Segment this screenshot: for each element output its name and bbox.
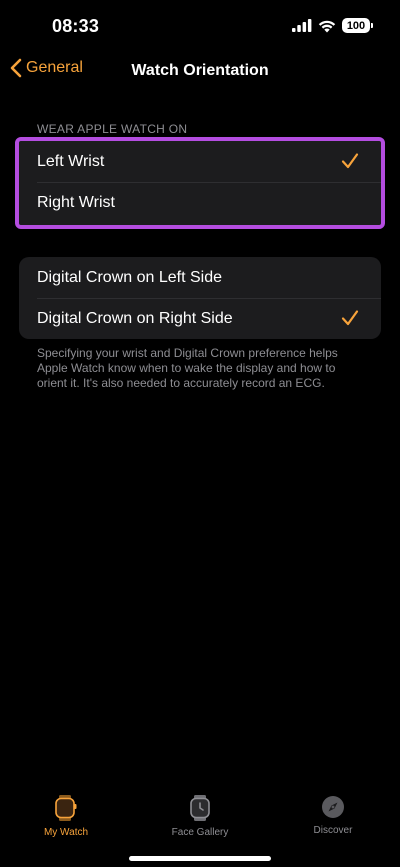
option-label: Digital Crown on Right Side — [37, 309, 233, 327]
tab-my-watch[interactable]: My Watch — [11, 795, 121, 838]
crown-left-option[interactable]: Digital Crown on Left Side — [19, 257, 381, 298]
home-indicator — [129, 856, 271, 861]
status-bar: 08:33 100 — [0, 0, 400, 54]
page-title: Watch Orientation — [131, 62, 269, 79]
status-icons: 100 — [292, 18, 373, 33]
navigation-bar: General Watch Orientation — [0, 54, 400, 88]
option-label: Right Wrist — [37, 193, 115, 211]
checkmark-icon — [341, 310, 359, 326]
tab-face-gallery[interactable]: Face Gallery — [145, 795, 255, 838]
tab-label: My Watch — [43, 827, 89, 838]
tab-label: Discover — [313, 825, 353, 836]
battery-indicator: 100 — [342, 18, 373, 33]
face-gallery-icon — [190, 795, 210, 821]
watch-orientation-screen: 08:33 100 General Watch Orientation WEAR… — [0, 0, 400, 867]
watch-icon — [55, 795, 77, 821]
left-wrist-option[interactable]: Left Wrist — [19, 141, 381, 182]
right-wrist-option[interactable]: Right Wrist — [19, 182, 381, 223]
wrist-options-group: Left Wrist Right Wrist — [15, 137, 385, 229]
tab-bar: My Watch Face Gallery Discover — [0, 787, 400, 867]
tab-discover[interactable]: Discover — [278, 795, 388, 836]
crown-right-option[interactable]: Digital Crown on Right Side — [19, 298, 381, 339]
compass-icon — [322, 796, 344, 818]
option-label: Digital Crown on Left Side — [37, 268, 222, 286]
checkmark-icon — [341, 153, 359, 169]
tab-label: Face Gallery — [171, 827, 229, 838]
orientation-footer-note: Specifying your wrist and Digital Crown … — [37, 346, 338, 390]
crown-options-group: Digital Crown on Left Side Digital Crown… — [19, 257, 381, 339]
wifi-icon — [318, 20, 336, 32]
cellular-signal-icon — [292, 19, 312, 32]
status-time: 08:33 — [52, 16, 100, 36]
wrist-section-header: WEAR APPLE WATCH ON — [37, 122, 188, 136]
option-label: Left Wrist — [37, 152, 105, 170]
